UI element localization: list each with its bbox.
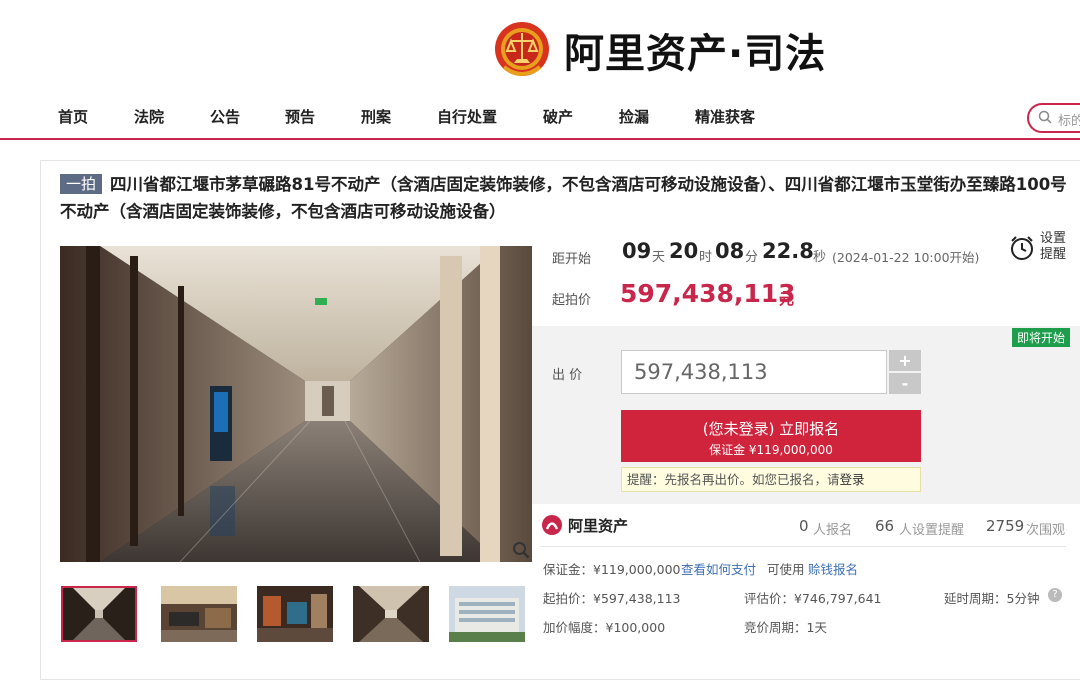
login-notice-text: 提醒：先报名再出价。如您已报名，请 — [627, 472, 840, 487]
increase-bid-button[interactable]: + — [889, 350, 921, 371]
delay-period-info: 延时周期：5分钟 — [944, 591, 1040, 606]
thumbnail-1[interactable] — [61, 586, 137, 642]
view-count: 2759 — [986, 517, 1025, 535]
countdown-seconds-unit: 秒 — [813, 250, 827, 265]
nav-item-self-disposal[interactable]: 自行处置 — [437, 106, 497, 127]
countdown-minutes-unit: 分 — [745, 250, 759, 265]
start-price-value: 597,438,113 — [620, 279, 796, 308]
countdown-hours-unit: 时 — [699, 250, 713, 265]
search-icon — [1038, 110, 1052, 124]
start-price-label: 起拍价 — [552, 293, 592, 308]
increment-info: 加价幅度：¥100,000 — [543, 620, 666, 635]
brand-name: 阿里资产·司法 — [564, 31, 827, 77]
signup-deposit: 保证金 ¥119,000,000 — [709, 443, 833, 457]
countdown-days: 09 — [622, 239, 652, 263]
login-notice: 提醒：先报名再出价。如您已报名，请登录 — [621, 467, 921, 492]
signup-count: 0 — [799, 517, 809, 535]
thumbnail-4[interactable] — [353, 586, 429, 642]
login-link[interactable]: 登录 — [840, 472, 865, 487]
status-badge: 即将开始 — [1012, 328, 1071, 347]
divider — [541, 546, 1066, 547]
main-nav: 首页 法院 公告 预告 刑案 自行处置 破产 捡漏 精准获客 — [0, 96, 1080, 140]
brand-logo[interactable]: 阿里资产·司法 — [494, 18, 826, 82]
platform-logo[interactable]: 阿里资产 — [541, 514, 628, 536]
countdown-days-unit: 天 — [652, 250, 666, 265]
how-to-pay-link[interactable]: 查看如何支付 — [681, 559, 756, 578]
signup-count-label: 人报名 — [813, 523, 853, 538]
bid-amount-input[interactable]: 597,438,113 — [621, 350, 887, 394]
nav-item-bargain[interactable]: 捡漏 — [619, 106, 649, 127]
nav-item-precise-leads[interactable]: 精准获客 — [695, 106, 755, 127]
nav-item-preview[interactable]: 预告 — [285, 106, 315, 127]
credit-signup-link[interactable]: 赊钱报名 — [808, 559, 858, 578]
ali-assets-logo-icon — [542, 515, 562, 535]
thumbnail-3[interactable] — [257, 586, 333, 642]
court-emblem-icon — [495, 22, 549, 76]
platform-name: 阿里资产 — [568, 516, 629, 535]
thumbnail-5[interactable] — [449, 586, 525, 642]
usable-label: 可使用 — [767, 562, 805, 577]
reminder-count: 66 — [875, 517, 895, 535]
countdown-hours: 20 — [669, 239, 699, 263]
start-price-unit: 元 — [779, 290, 795, 308]
nav-item-bankruptcy[interactable]: 破产 — [543, 106, 573, 127]
search-input[interactable]: 标的 — [1027, 103, 1080, 133]
auction-round-badge: 一拍 — [60, 174, 103, 194]
bid-label: 出 价 — [552, 368, 583, 383]
view-count-label: 次围观 — [1026, 523, 1066, 538]
search-placeholder: 标的 — [1058, 114, 1080, 129]
alarm-clock-icon — [1011, 236, 1033, 260]
set-reminder-label: 设置提醒 — [1040, 231, 1067, 262]
thumbnail-hallway-image — [353, 586, 429, 642]
thumbnail-reception-image — [257, 586, 333, 642]
zoom-icon[interactable] — [512, 541, 530, 559]
signup-button-label: (您未登录) 立即报名 — [702, 420, 840, 438]
thumbnail-lobby-image — [161, 586, 237, 642]
nav-item-home[interactable]: 首页 — [58, 106, 88, 127]
thumbnail-2[interactable] — [161, 586, 237, 642]
auction-start-time: (2024-01-22 10:00开始) — [832, 250, 980, 265]
reminder-count-label: 人设置提醒 — [899, 523, 965, 538]
hotel-corridor-image — [60, 246, 532, 562]
signup-button[interactable]: (您未登录) 立即报名 保证金 ¥119,000,000 — [621, 410, 921, 462]
countdown-seconds: 22.8 — [762, 239, 814, 263]
help-icon[interactable]: ? — [1048, 588, 1062, 602]
nav-item-criminal[interactable]: 刑案 — [361, 106, 391, 127]
start-price-info: 起拍价：¥597,438,113 — [543, 591, 681, 606]
nav-item-announcement[interactable]: 公告 — [210, 106, 240, 127]
deposit-info: 保证金：¥119,000,000 — [543, 562, 681, 577]
appraisal-info: 评估价：¥746,797,641 — [744, 591, 882, 606]
thumbnail-corridor-image — [63, 588, 135, 640]
nav-item-court[interactable]: 法院 — [134, 106, 164, 127]
countdown-label: 距开始 — [552, 252, 592, 267]
decrease-bid-button[interactable]: - — [889, 373, 921, 394]
lot-title-text: 四川省都江堰市茅草碾路81号不动产（含酒店固定装饰装修，不包含酒店可移动设施设备… — [60, 175, 1067, 221]
lot-title: 一拍 四川省都江堰市茅草碾路81号不动产（含酒店固定装饰装修，不包含酒店可移动设施… — [60, 171, 1070, 225]
thumbnail-building-image — [449, 586, 525, 642]
countdown-minutes: 08 — [715, 239, 745, 263]
auction-period-info: 竞价周期：1天 — [744, 620, 827, 635]
main-photo[interactable] — [60, 246, 532, 562]
